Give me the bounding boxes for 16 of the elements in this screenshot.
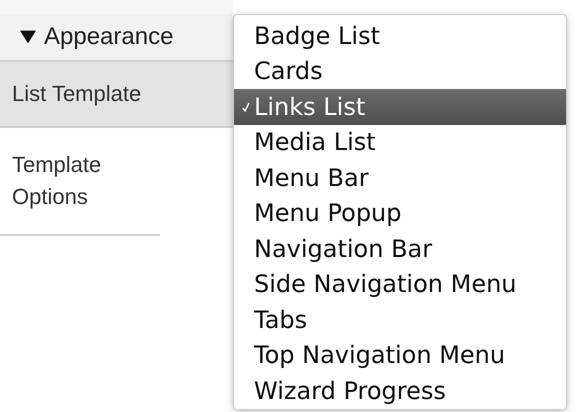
menu-item[interactable]: Top Navigation Menu [234,338,566,373]
menu-item[interactable]: Wizard Progress [234,373,566,408]
menu-item[interactable]: Menu Popup [234,196,566,231]
menu-item[interactable]: Navigation Bar [234,231,566,266]
checkmark-icon [242,102,250,112]
menu-item[interactable]: Cards [234,54,566,89]
section-title: Appearance [44,23,174,51]
menu-item[interactable]: Badge List [234,18,566,54]
property-label: Template Options [12,151,102,211]
section-header[interactable]: Appearance [0,14,233,62]
menu-item[interactable]: Side Navigation Menu [234,266,566,302]
menu-item[interactable]: Links List [234,89,566,124]
menu-item[interactable]: Tabs [234,302,566,338]
menu-item[interactable]: Media List [234,124,566,160]
menu-item[interactable]: Menu Bar [234,160,566,196]
property-label: List Template [12,81,142,107]
